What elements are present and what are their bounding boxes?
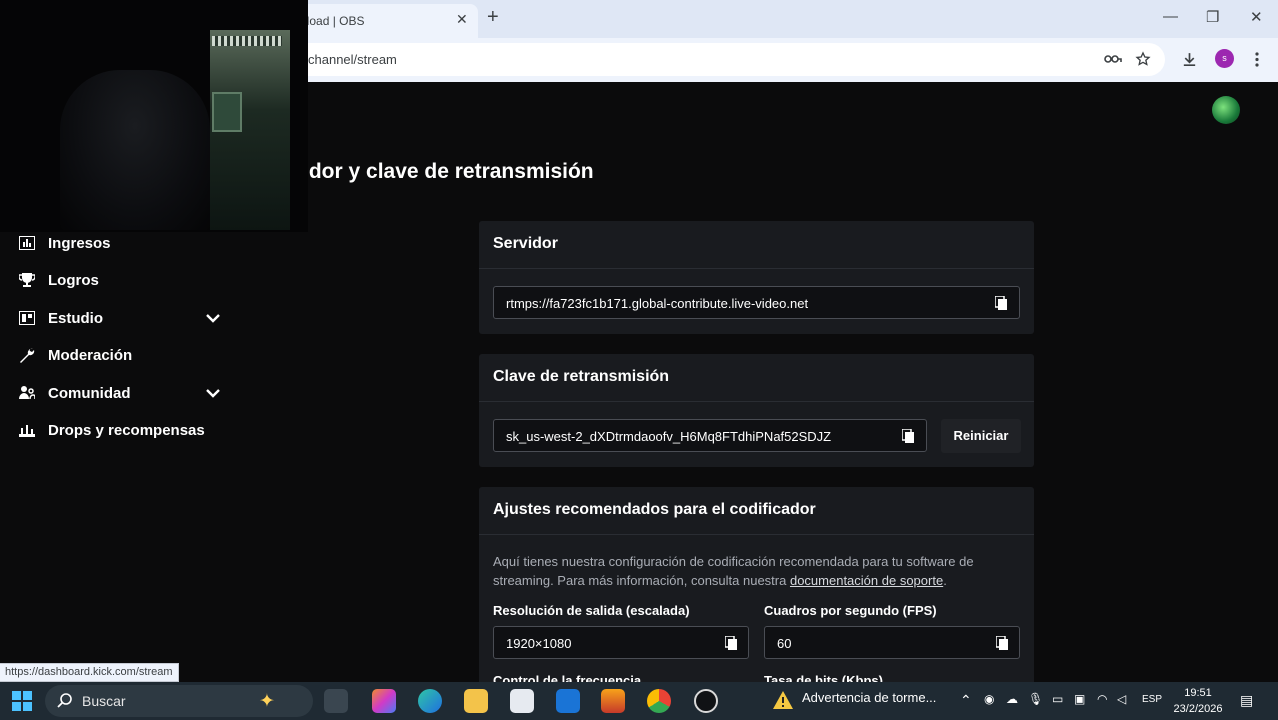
search-placeholder: Buscar xyxy=(82,693,126,709)
card-header: Servidor xyxy=(479,221,1034,269)
sidebar-item-label: Logros xyxy=(48,271,99,289)
card-header: Clave de retransmisión xyxy=(479,354,1034,402)
display-icon[interactable]: ▣ xyxy=(1074,692,1085,706)
sidebar-item-label: Comunidad xyxy=(48,384,131,402)
gift-icon xyxy=(18,422,36,438)
tab-title: nload | OBS xyxy=(300,14,365,28)
copy-icon[interactable] xyxy=(996,636,1008,650)
copilot-icon[interactable] xyxy=(372,689,396,713)
server-card: Servidor rtmps://fa723fc1b171.global-con… xyxy=(479,221,1034,334)
community-icon xyxy=(18,385,36,401)
bookmark-star-icon[interactable] xyxy=(1135,51,1151,67)
file-explorer-icon[interactable] xyxy=(464,689,488,713)
encoder-description: Aquí tienes nuestra configuración de cod… xyxy=(493,552,1023,590)
sidebar-item-logros[interactable]: Logros xyxy=(18,268,99,292)
webcam-window xyxy=(212,92,242,132)
language-indicator[interactable]: ESP xyxy=(1142,694,1162,705)
new-tab-button[interactable]: + xyxy=(487,6,499,29)
sidebar-item-moderacion[interactable]: Moderación xyxy=(18,343,132,367)
trophy-icon xyxy=(18,272,36,288)
taskbar-clock[interactable]: 19:51 23/2/2026 xyxy=(1168,685,1228,717)
sidebar-item-comunidad[interactable]: Comunidad xyxy=(18,381,131,405)
password-key-icon[interactable] xyxy=(1104,52,1122,66)
url-text: channel/stream xyxy=(308,52,397,67)
edge-icon[interactable] xyxy=(418,689,442,713)
wifi-icon[interactable]: ◠ xyxy=(1097,692,1107,706)
close-window-button[interactable]: ✕ xyxy=(1250,8,1263,26)
description-end: . xyxy=(943,573,947,588)
weather-alert-text[interactable]: Advertencia de torme... xyxy=(802,690,936,705)
task-view-icon[interactable] xyxy=(324,689,348,713)
search-icon xyxy=(57,693,72,708)
fps-value: 60 xyxy=(777,636,792,651)
studio-icon xyxy=(18,310,36,326)
reset-key-button[interactable]: Reiniciar xyxy=(941,419,1021,453)
fps-label: Cuadros por segundo (FPS) xyxy=(764,603,937,618)
warning-icon xyxy=(773,691,793,709)
wrench-icon xyxy=(18,347,36,363)
webcam-person xyxy=(60,70,210,230)
stream-key-title: Clave de retransmisión xyxy=(493,368,670,385)
chevron-down-icon[interactable] xyxy=(205,310,221,326)
start-button[interactable] xyxy=(12,691,32,711)
webcam-blinds xyxy=(212,36,282,46)
battery-icon[interactable]: ▭ xyxy=(1052,692,1063,706)
stream-key-value: sk_us-west-2_dXDtrmdaoofv_H6Mq8FTdhiPNaf… xyxy=(506,429,832,444)
stream-key-card: Clave de retransmisión sk_us-west-2_dXDt… xyxy=(479,354,1034,467)
sidebar-item-estudio[interactable]: Estudio xyxy=(18,306,103,330)
fps-field[interactable]: 60 xyxy=(764,626,1020,659)
app-shield-icon[interactable] xyxy=(601,689,625,713)
chevron-down-icon[interactable] xyxy=(205,385,221,401)
user-avatar[interactable] xyxy=(1212,96,1240,124)
notification-icon[interactable]: ▤ xyxy=(1240,692,1253,709)
tray-app-icon[interactable]: ◉ xyxy=(984,692,994,706)
store-icon[interactable] xyxy=(510,689,534,713)
support-doc-link[interactable]: documentación de soporte xyxy=(790,573,943,588)
copy-icon[interactable] xyxy=(902,429,914,443)
sidebar-item-drops[interactable]: Drops y recompensas xyxy=(18,418,205,442)
more-menu-icon[interactable] xyxy=(1254,51,1260,68)
screen: nload | OBS ✕ + — ❐ ✕ channel/stream s i… xyxy=(0,0,1278,720)
copy-icon[interactable] xyxy=(995,296,1007,310)
status-bar-url: https://dashboard.kick.com/stream xyxy=(0,663,179,682)
sidebar-item-label: Drops y recompensas xyxy=(48,421,205,439)
restore-button[interactable]: ❐ xyxy=(1206,8,1219,26)
resolution-label: Resolución de salida (escalada) xyxy=(493,603,690,618)
download-icon[interactable] xyxy=(1181,51,1198,68)
sparkle-icon: ✦ xyxy=(259,691,275,712)
card-header: Ajustes recomendados para el codificador xyxy=(479,487,1034,535)
encoder-card: Ajustes recomendados para el codificador… xyxy=(479,487,1034,688)
server-url-value: rtmps://fa723fc1b171.global-contribute.l… xyxy=(506,296,809,311)
volume-icon[interactable]: ◁ xyxy=(1117,692,1126,706)
sidebar-item-label: Ingresos xyxy=(48,234,111,252)
sidebar-item-ingresos[interactable]: Ingresos xyxy=(18,231,111,255)
tab-close-icon[interactable]: ✕ xyxy=(456,11,468,28)
obs-icon[interactable] xyxy=(694,689,718,713)
tray-cloud-icon[interactable]: ☁ xyxy=(1006,692,1018,706)
encoder-title: Ajustes recomendados para el codificador xyxy=(493,501,816,518)
resolution-value: 1920×1080 xyxy=(506,636,572,651)
server-url-field[interactable]: rtmps://fa723fc1b171.global-contribute.l… xyxy=(493,286,1020,319)
webcam-overlay xyxy=(0,0,308,232)
resolution-field[interactable]: 1920×1080 xyxy=(493,626,749,659)
sidebar-item-label: Moderación xyxy=(48,346,133,364)
sidebar-item-label: Estudio xyxy=(48,309,103,327)
windows-taskbar: Buscar ✦ Advertencia de torme... ⌃ ◉ ☁ 🎙… xyxy=(0,682,1278,720)
clock-time: 19:51 xyxy=(1184,687,1212,699)
clock-date: 23/2/2026 xyxy=(1173,703,1223,715)
minimize-button[interactable]: — xyxy=(1163,8,1178,25)
microphone-icon[interactable]: 🎙 xyxy=(1028,692,1043,706)
tray-expand-icon[interactable]: ⌃ xyxy=(960,692,972,709)
taskbar-search[interactable]: Buscar ✦ xyxy=(45,685,313,717)
page-title: idor y clave de retransmisión xyxy=(303,160,594,183)
profile-avatar[interactable]: s xyxy=(1215,49,1234,68)
chart-icon xyxy=(18,235,36,251)
address-bar[interactable]: channel/stream xyxy=(180,43,1165,76)
server-title: Servidor xyxy=(493,235,558,252)
outlook-icon[interactable] xyxy=(556,689,580,713)
stream-key-field[interactable]: sk_us-west-2_dXDtrmdaoofv_H6Mq8FTdhiPNaf… xyxy=(493,419,927,452)
copy-icon[interactable] xyxy=(725,636,737,650)
chrome-icon[interactable] xyxy=(647,689,671,713)
